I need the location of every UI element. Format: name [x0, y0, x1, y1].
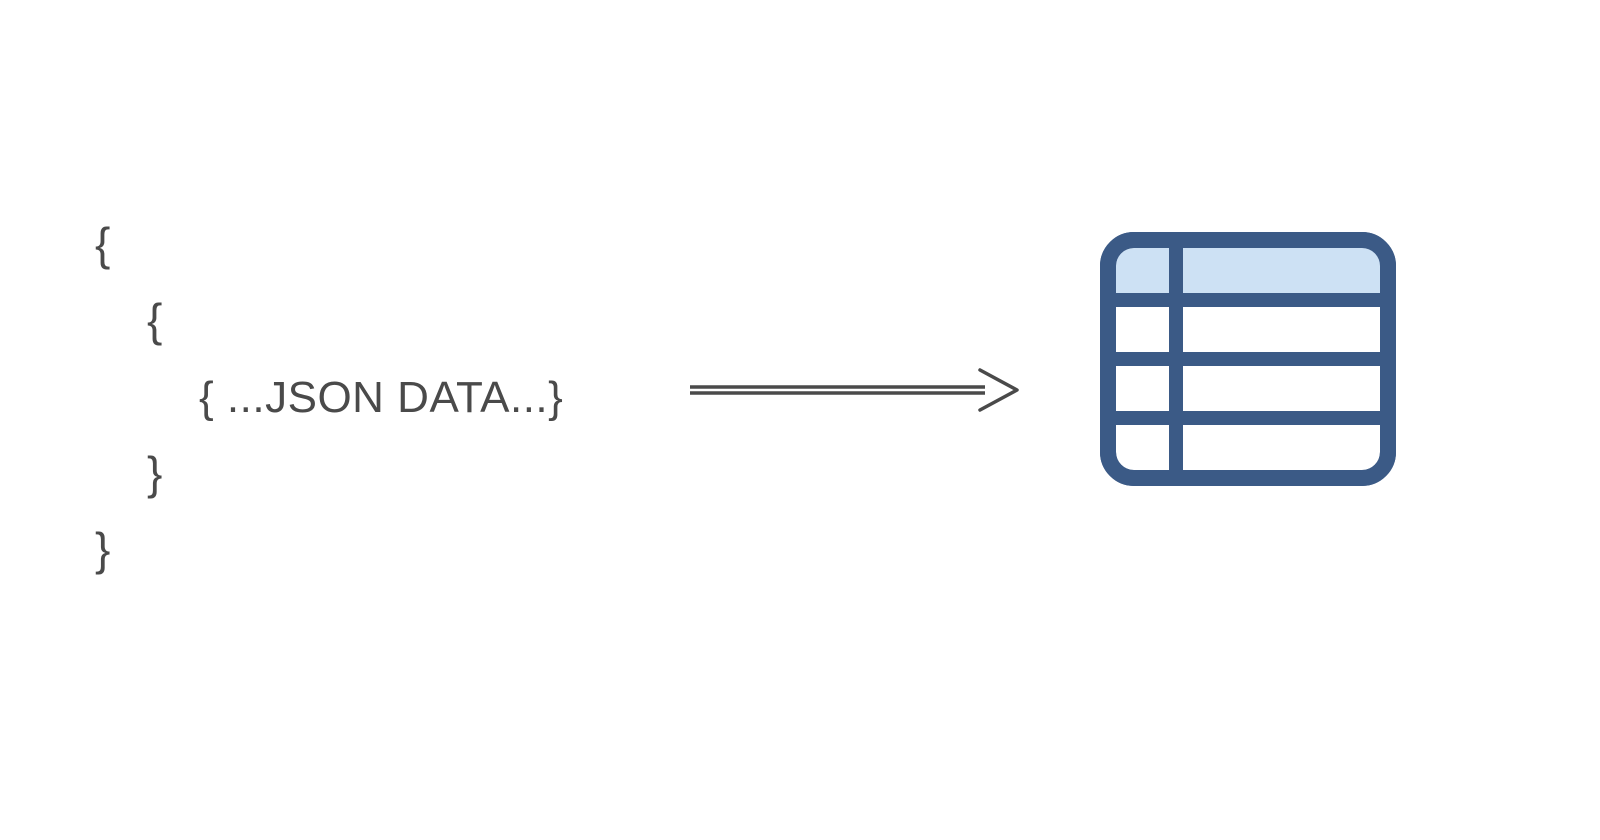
brace-close-inner: }: [95, 444, 563, 504]
json-inner-text: { ...JSON DATA...}: [95, 369, 563, 426]
brace-open-inner: {: [95, 291, 563, 351]
arrow-right-icon: [685, 360, 1025, 420]
table-icon: [1100, 232, 1396, 486]
brace-close-outer: }: [95, 520, 563, 580]
json-data-block: { { { ...JSON DATA...} } }: [95, 215, 563, 579]
brace-open-outer: {: [95, 215, 563, 275]
